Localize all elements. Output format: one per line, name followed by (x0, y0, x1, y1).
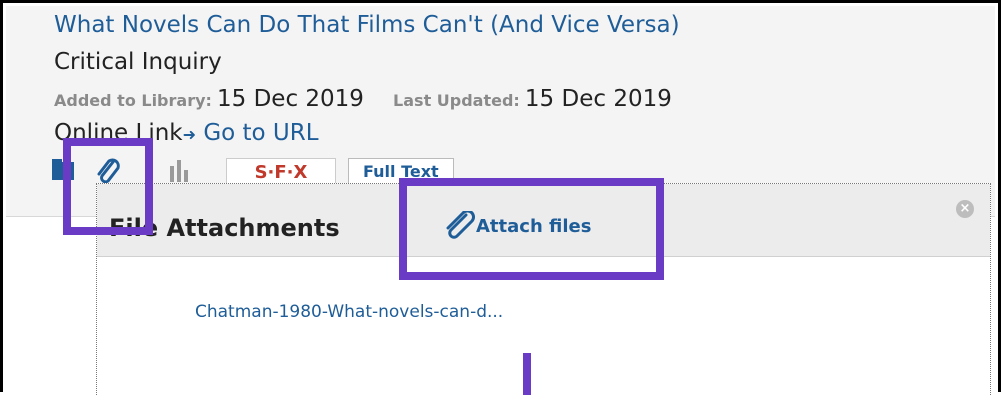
highlight-connector-line (523, 353, 531, 395)
screenshot-frame: What Novels Can Do That Films Can't (And… (0, 0, 1001, 395)
journal-name: Critical Inquiry (54, 49, 222, 75)
highlight-box-attach-files (399, 178, 664, 280)
added-value: 15 Dec 2019 (217, 86, 364, 112)
bar-chart-icon[interactable] (166, 156, 192, 184)
record-title-link[interactable]: What Novels Can Do That Films Can't (And… (54, 12, 680, 38)
updated-label: Last Updated: (393, 91, 520, 110)
close-icon[interactable]: × (956, 200, 974, 218)
updated-value: 15 Dec 2019 (524, 86, 672, 112)
highlight-box-paperclip (63, 138, 153, 235)
record-dates: Added to Library: 15 Dec 2019 Last Updat… (54, 86, 696, 112)
go-to-url-link[interactable]: Go to URL (203, 120, 318, 146)
arrow-right-icon: ➜ (182, 125, 197, 144)
attachment-file-link[interactable]: Chatman-1980-What-novels-can-d... (195, 302, 503, 322)
added-label: Added to Library: (54, 91, 212, 110)
